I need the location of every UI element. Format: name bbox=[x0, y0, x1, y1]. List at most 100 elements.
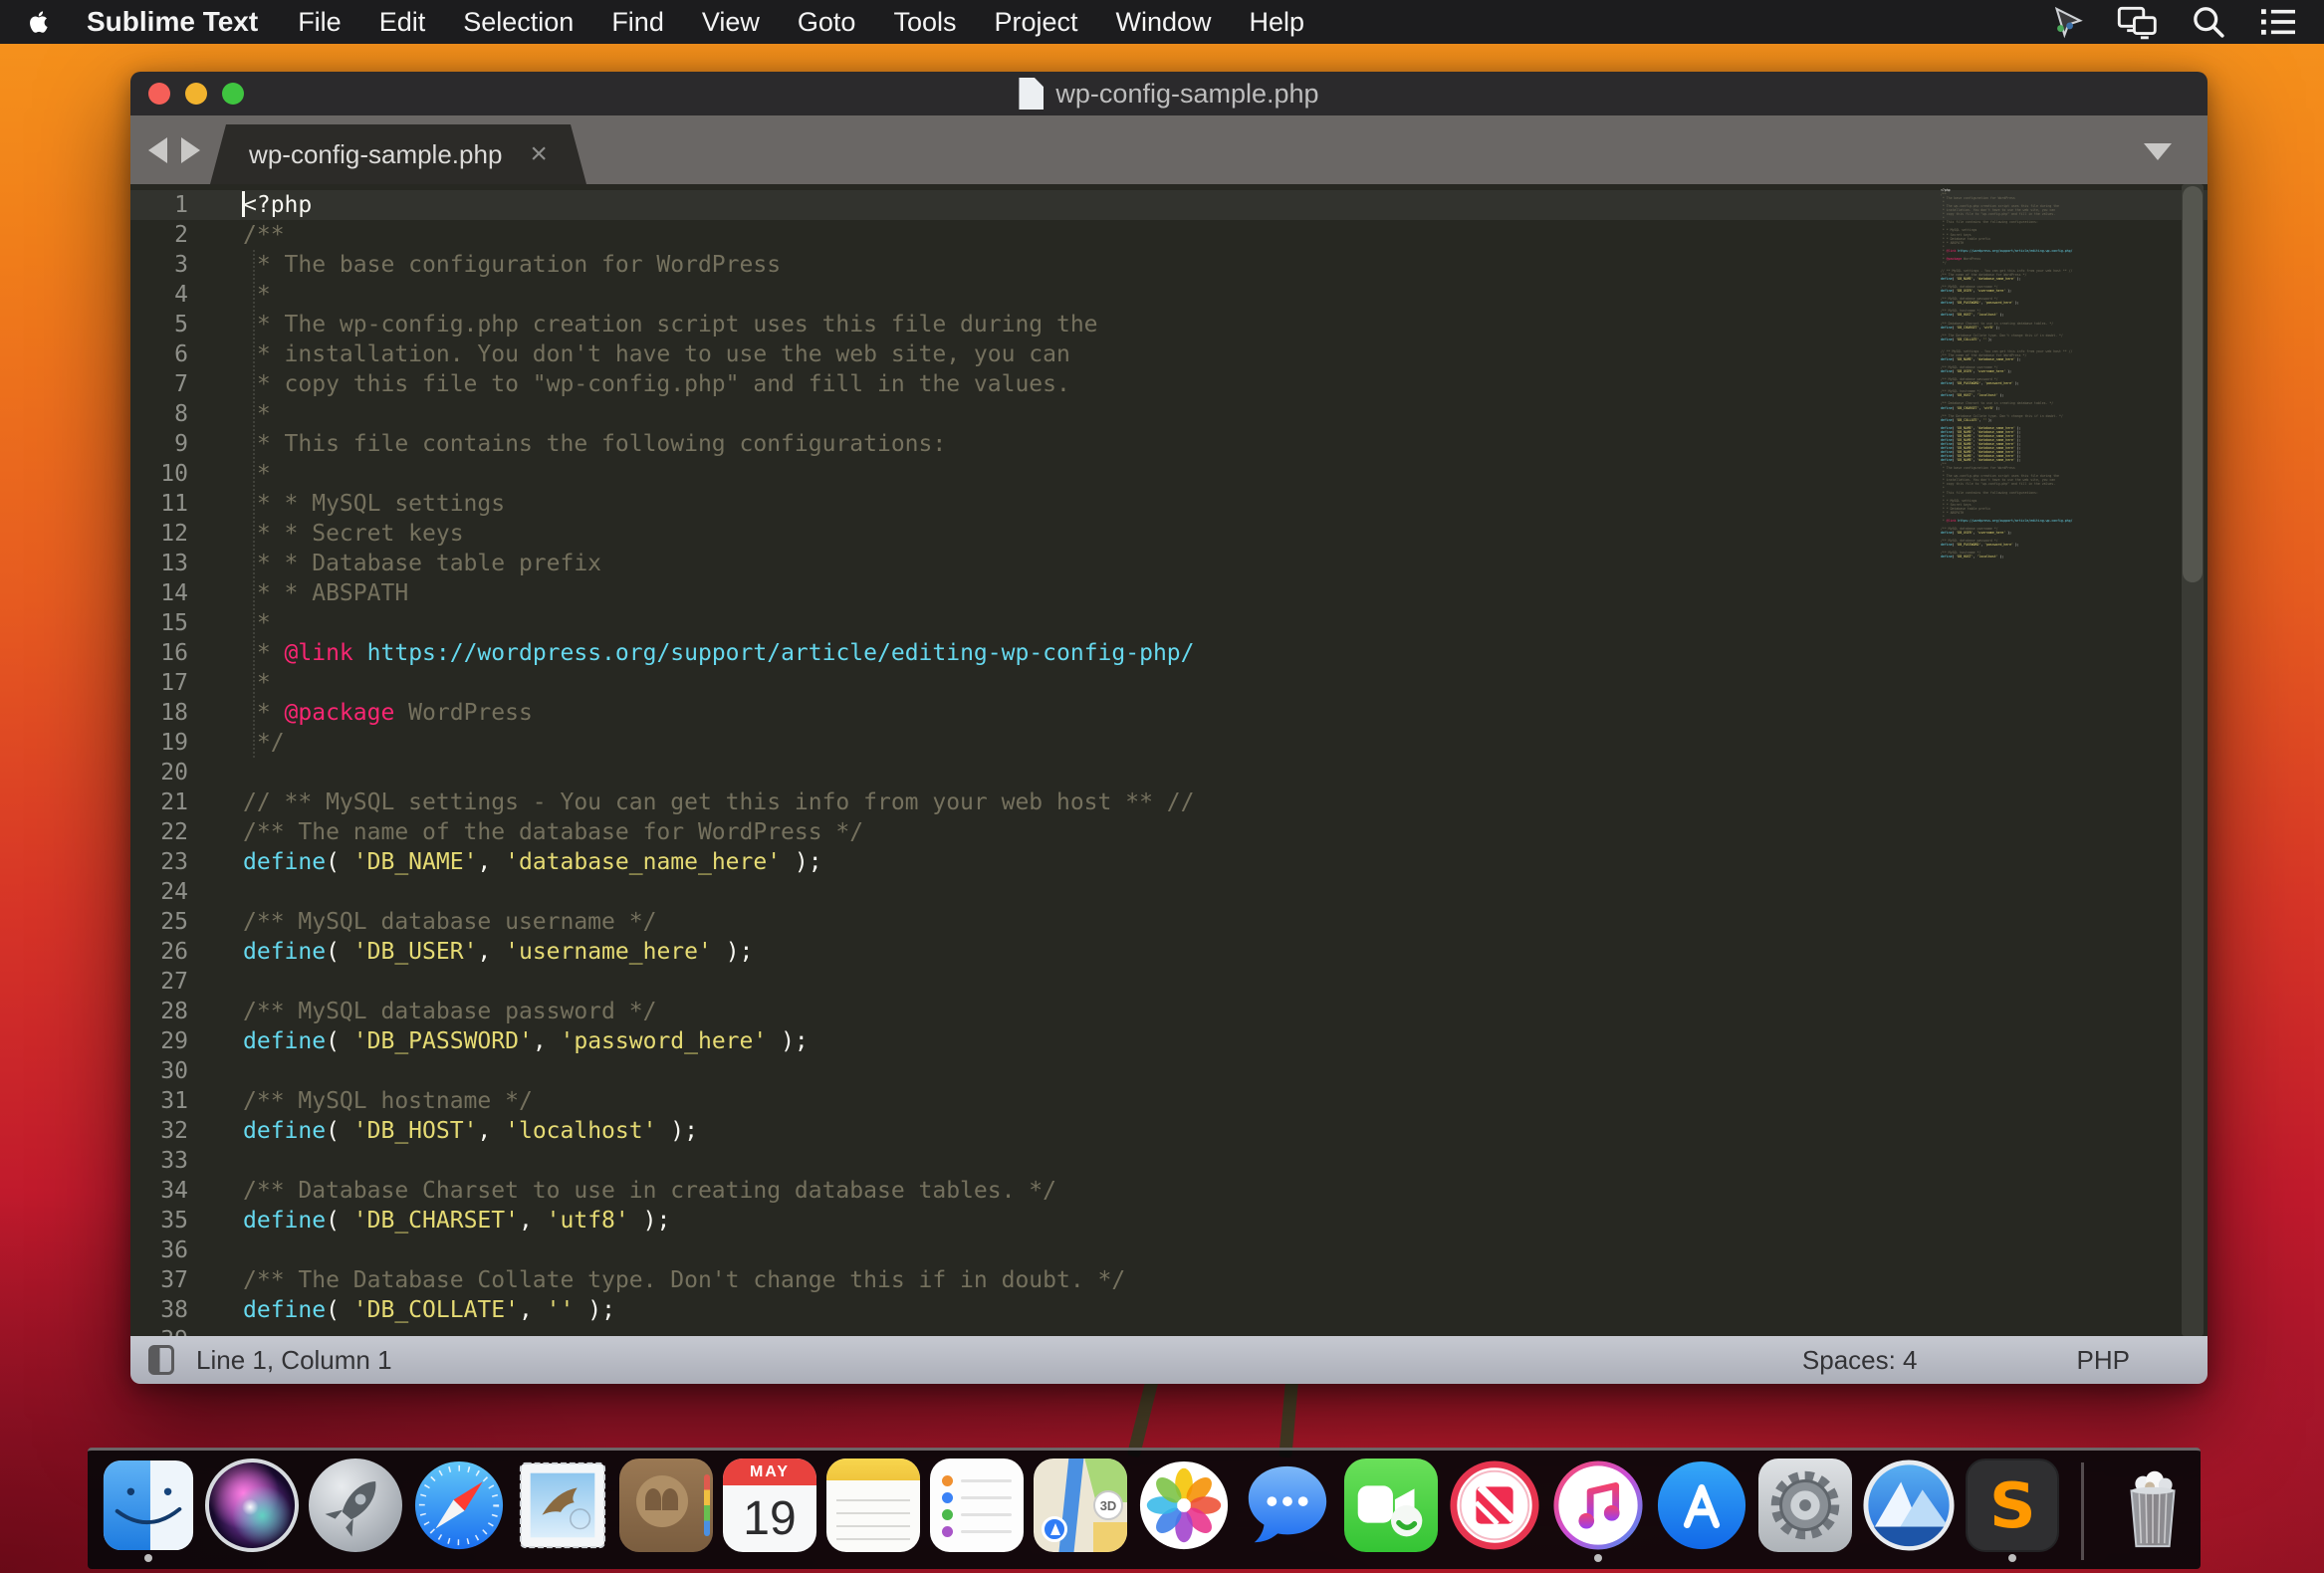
dock-item-photos[interactable] bbox=[1137, 1459, 1231, 1564]
pointer-app-icon[interactable] bbox=[2049, 5, 2085, 39]
code-line: 38 define( 'DB_COLLATE', '' ); bbox=[160, 1297, 615, 1323]
dock-item-safari[interactable] bbox=[412, 1459, 506, 1564]
dock-item-mountains[interactable] bbox=[1862, 1459, 1956, 1564]
dock-item-reminders[interactable] bbox=[930, 1459, 1024, 1564]
code-line: 27 bbox=[160, 969, 188, 995]
dock-item-sublime[interactable]: S bbox=[1966, 1459, 2059, 1564]
code-line: 37/** The Database Collate type. Don't c… bbox=[160, 1267, 1126, 1293]
dock-item-sysprefs[interactable] bbox=[1758, 1459, 1852, 1564]
reminders-icon bbox=[930, 1459, 1024, 1552]
code-line: 10 * bbox=[160, 461, 271, 487]
panel-toggle-icon[interactable] bbox=[148, 1345, 174, 1375]
apple-menu[interactable] bbox=[26, 7, 53, 37]
code-line: 2/** bbox=[174, 222, 285, 248]
menu-item-edit[interactable]: Edit bbox=[379, 7, 426, 38]
code-line: 16 * @link https://wordpress.org/support… bbox=[160, 640, 1195, 666]
menu-items: File Edit Selection Find View Goto Tools Projec… bbox=[298, 7, 1304, 38]
menu-item-goto[interactable]: Goto bbox=[798, 7, 856, 38]
running-indicator-dot bbox=[2008, 1554, 2016, 1562]
trash-icon bbox=[2130, 1470, 2176, 1548]
menu-item-tools[interactable]: Tools bbox=[893, 7, 956, 38]
code-line: 14 * * ABSPATH bbox=[160, 580, 409, 606]
menu-item-project[interactable]: Project bbox=[994, 7, 1077, 38]
menu-item-window[interactable]: Window bbox=[1116, 7, 1212, 38]
menu-item-file[interactable]: File bbox=[298, 7, 342, 38]
dock-item-news[interactable] bbox=[1448, 1459, 1541, 1564]
dock-item-mail[interactable] bbox=[516, 1459, 609, 1564]
code-line: 8 * bbox=[174, 401, 271, 427]
code-line: 35 define( 'DB_CHARSET', 'utf8' ); bbox=[160, 1208, 671, 1234]
mountain-app-icon bbox=[1863, 1460, 1955, 1551]
close-window-button[interactable] bbox=[148, 83, 170, 105]
itunes-icon bbox=[1553, 1461, 1643, 1550]
code-editor[interactable]: 1 <?php 2/** 3 * The base configuration for… bbox=[130, 184, 2208, 1336]
minimize-window-button[interactable] bbox=[185, 83, 207, 105]
menu-item-find[interactable]: Find bbox=[611, 7, 664, 38]
code-line: 33 bbox=[160, 1148, 188, 1174]
window-title-bar[interactable]: wp-config-sample.php bbox=[130, 72, 2208, 115]
tab-wp-config-sample[interactable]: wp-config-sample.php × bbox=[210, 124, 586, 184]
maps-icon: 3D bbox=[1034, 1459, 1127, 1552]
dock-item-notes[interactable] bbox=[826, 1459, 920, 1564]
mail-icon bbox=[519, 1461, 606, 1549]
dock-item-appstore[interactable] bbox=[1655, 1459, 1748, 1564]
window-controls bbox=[148, 83, 244, 105]
facetime-icon bbox=[1344, 1459, 1438, 1552]
zoom-window-button[interactable] bbox=[222, 83, 244, 105]
code-line: 15 * bbox=[160, 610, 271, 636]
dock-item-launchpad[interactable] bbox=[309, 1459, 402, 1564]
dock-item-messages[interactable] bbox=[1241, 1459, 1334, 1564]
contacts-icon bbox=[619, 1459, 713, 1552]
menu-item-help[interactable]: Help bbox=[1250, 7, 1305, 38]
calendar-day: 19 bbox=[743, 1492, 797, 1545]
code-line: 7 * copy this file to "wp-config.php" an… bbox=[174, 371, 1070, 397]
code-line: 11 * * MySQL settings bbox=[160, 491, 506, 517]
desktop: Sublime Text File Edit Selection Find View Go… bbox=[0, 0, 2324, 1573]
status-bar: Line 1, Column 1 Spaces: 4 PHP bbox=[130, 1336, 2208, 1384]
code-line: 34/** Database Charset to use in creatin… bbox=[160, 1178, 1056, 1204]
active-app-name[interactable]: Sublime Text bbox=[87, 6, 258, 38]
indent-setting[interactable]: Spaces: 4 bbox=[1802, 1345, 1918, 1376]
dock-item-maps[interactable]: 3D bbox=[1034, 1459, 1127, 1564]
menu-item-selection[interactable]: Selection bbox=[463, 7, 574, 38]
sublime-text-icon: S bbox=[1966, 1459, 2059, 1552]
notes-icon bbox=[826, 1459, 920, 1552]
dock-item-finder[interactable] bbox=[102, 1459, 195, 1564]
tab-close-icon[interactable]: × bbox=[530, 139, 548, 169]
menu-bar: Sublime Text File Edit Selection Find View Go… bbox=[0, 0, 2324, 44]
dock-item-calendar[interactable]: MAY 19 bbox=[723, 1459, 816, 1564]
minimap[interactable]: <?php/** * The base configuration for Wo… bbox=[1941, 188, 2178, 559]
code-line: 23 define( 'DB_NAME', 'database_name_here… bbox=[160, 849, 822, 875]
news-icon bbox=[1450, 1461, 1539, 1550]
code-line: 3 * The base configuration for WordPress bbox=[174, 252, 782, 278]
code-line: 4 * bbox=[174, 282, 271, 308]
tab-list-dropdown-icon[interactable] bbox=[2144, 143, 2172, 160]
dock-separator bbox=[2081, 1462, 2084, 1560]
dock-item-siri[interactable] bbox=[205, 1459, 299, 1564]
cursor-position[interactable]: Line 1, Column 1 bbox=[196, 1345, 392, 1376]
next-tab-arrow-icon[interactable] bbox=[181, 137, 200, 163]
spotlight-search-icon[interactable] bbox=[2191, 4, 2226, 40]
code-line: 17 * bbox=[160, 670, 271, 696]
dock-item-facetime[interactable] bbox=[1344, 1459, 1438, 1564]
menu-item-view[interactable]: View bbox=[702, 7, 760, 38]
code-line: 6 * installation. You don't have to use … bbox=[174, 341, 1070, 367]
dock-item-trash[interactable] bbox=[2106, 1459, 2200, 1564]
scrollbar-thumb[interactable] bbox=[2183, 186, 2203, 582]
maps-3d-badge: 3D bbox=[1093, 1490, 1123, 1520]
siri-icon bbox=[205, 1459, 299, 1552]
code-line: 1 <?php bbox=[130, 190, 2208, 220]
vertical-scrollbar[interactable] bbox=[2182, 184, 2204, 1336]
app-store-icon bbox=[1657, 1461, 1746, 1550]
running-indicator-dot bbox=[144, 1554, 152, 1562]
prev-tab-arrow-icon[interactable] bbox=[148, 137, 167, 163]
code-line: 30 bbox=[160, 1058, 188, 1084]
notification-center-icon[interactable] bbox=[2258, 5, 2298, 39]
dock-item-contacts[interactable] bbox=[619, 1459, 713, 1564]
code-line: 13 * * Database table prefix bbox=[160, 551, 602, 576]
code-line: 22/** The name of the database for WordP… bbox=[160, 819, 864, 845]
syntax-mode[interactable]: PHP bbox=[2077, 1345, 2130, 1376]
menu-bar-status-area bbox=[2049, 4, 2298, 40]
displays-icon[interactable] bbox=[2117, 4, 2159, 40]
dock-item-itunes[interactable] bbox=[1551, 1459, 1645, 1564]
